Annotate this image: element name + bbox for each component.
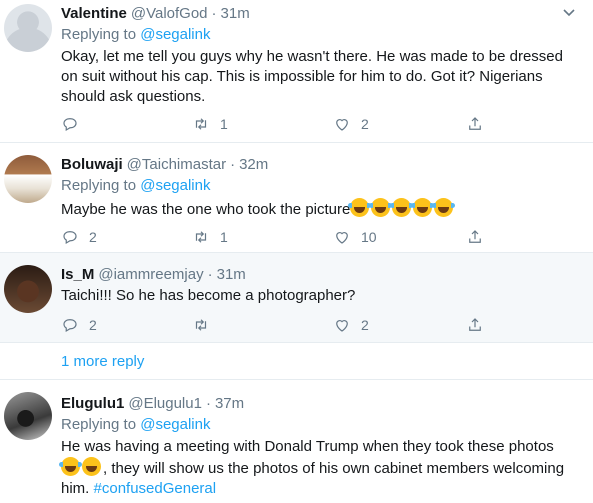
replying-to: Replying to @segalink (61, 25, 579, 45)
retweet-count: 1 (220, 116, 228, 132)
reply-button[interactable] (61, 114, 89, 134)
share-icon (469, 318, 481, 331)
replying-to: Replying to @segalink (61, 176, 579, 196)
reply-button[interactable]: 2 (61, 227, 97, 247)
author-name[interactable]: Elugulu1 (61, 394, 124, 414)
share-icon (469, 117, 481, 130)
author-name[interactable]: Valentine (61, 4, 127, 24)
more-replies-row[interactable]: 1 more reply (0, 343, 593, 380)
reply-button[interactable]: 2 (61, 315, 97, 335)
retweet-count: 1 (220, 229, 228, 245)
separator-dot: · (230, 156, 236, 173)
tweet[interactable]: Valentine @ValofGod · 31m Replying to @s… (0, 0, 593, 143)
retweet-button[interactable] (192, 315, 220, 335)
tweet-header: Valentine @ValofGod · 31m (61, 4, 579, 24)
replying-to: Replying to @segalink (61, 415, 579, 435)
tweet-text-fragment: him. (61, 480, 90, 497)
author-handle[interactable]: @Taichimastar (127, 155, 226, 175)
reply-count: 2 (89, 317, 97, 333)
like-button[interactable]: 2 (333, 114, 369, 134)
tweet-actions: 1 2 (61, 114, 581, 134)
retweet-button[interactable]: 1 (192, 114, 228, 134)
share-button[interactable] (466, 227, 484, 247)
separator-dot: · (205, 395, 211, 412)
tweet-text: Taichi!!! So he has become a photographe… (61, 287, 356, 304)
heart-icon (336, 119, 348, 131)
reply-icon (63, 231, 77, 245)
tweet-header: Is_M @iammreemjay · 31m (61, 265, 579, 285)
mention-link[interactable]: @segalink (140, 416, 210, 433)
retweet-button[interactable]: 1 (192, 227, 228, 247)
separator-dot: · (211, 5, 217, 22)
like-button[interactable]: 2 (333, 315, 369, 335)
tweet-header: Elugulu1 @Elugulu1 · 37m (61, 394, 579, 414)
replying-to-label: Replying to (61, 416, 137, 433)
share-button[interactable] (466, 315, 484, 335)
like-count: 2 (361, 317, 369, 333)
hashtag-link[interactable]: #confusedGeneral (94, 480, 217, 497)
avatar[interactable] (4, 392, 52, 440)
author-handle[interactable]: @ValofGod (131, 4, 208, 24)
mention-link[interactable]: @segalink (140, 177, 210, 194)
author-handle[interactable]: @Elugulu1 (128, 394, 202, 414)
tweet-text-line: Maybe he was the one who took the pictur… (61, 198, 579, 220)
replying-to-label: Replying to (61, 26, 137, 43)
replying-to-label: Replying to (61, 177, 137, 194)
avatar[interactable] (4, 265, 52, 313)
like-count: 10 (361, 229, 377, 245)
more-replies-link[interactable]: 1 more reply (61, 353, 144, 370)
author-handle[interactable]: @iammreemjay (98, 265, 203, 285)
tweet[interactable]: Elugulu1 @Elugulu1 · 37m Replying to @se… (0, 380, 593, 503)
avatar[interactable] (4, 155, 52, 203)
mention-link[interactable]: @segalink (140, 26, 210, 43)
share-button[interactable] (466, 114, 484, 134)
emoji-tears-of-joy-icon (348, 198, 456, 218)
tweet-actions: 2 2 (61, 315, 581, 335)
tweet-text-line: him. #confusedGeneral (61, 479, 581, 499)
chevron-down-icon[interactable] (561, 4, 577, 20)
retweet-icon (195, 118, 207, 130)
tweet-text: Okay, let me tell you guys why he wasn't… (61, 48, 563, 105)
separator-dot: · (207, 266, 213, 283)
tweet-text-line: , they will show us the photos of his ow… (59, 457, 581, 479)
timestamp[interactable]: 32m (239, 155, 268, 175)
timestamp[interactable]: 31m (217, 265, 246, 285)
avatar[interactable] (4, 4, 52, 52)
timestamp[interactable]: 31m (221, 4, 250, 24)
timestamp[interactable]: 37m (215, 394, 244, 414)
emoji-tears-of-joy-icon (59, 457, 82, 477)
reply-icon (63, 118, 77, 132)
tweet-text-line: He was having a meeting with Donald Trum… (61, 438, 554, 455)
tweet-header: Boluwaji @Taichimastar · 32m (61, 155, 579, 175)
tweet[interactable]: Is_M @iammreemjay · 31m Taichi!!! So he … (0, 253, 593, 343)
tweet-text: Maybe he was the one who took the pictur… (61, 201, 351, 218)
retweet-icon (195, 231, 207, 243)
tweet-text-fragment: , they will show us the photos of his ow… (103, 460, 565, 477)
share-icon (469, 230, 481, 243)
tweet-actions: 2 1 10 (61, 227, 581, 247)
heart-icon (336, 320, 348, 332)
heart-icon (336, 232, 348, 244)
author-name[interactable]: Is_M (61, 265, 94, 285)
like-count: 2 (361, 116, 369, 132)
retweet-icon (195, 319, 207, 331)
reply-icon (63, 319, 77, 333)
like-button[interactable]: 10 (333, 227, 377, 247)
tweet-text: He was having a meeting with Donald Trum… (59, 437, 581, 499)
reply-count: 2 (89, 229, 97, 245)
tweet[interactable]: Boluwaji @Taichimastar · 32m Replying to… (0, 143, 593, 253)
author-name[interactable]: Boluwaji (61, 155, 123, 175)
emoji-grinning-icon (82, 457, 103, 477)
